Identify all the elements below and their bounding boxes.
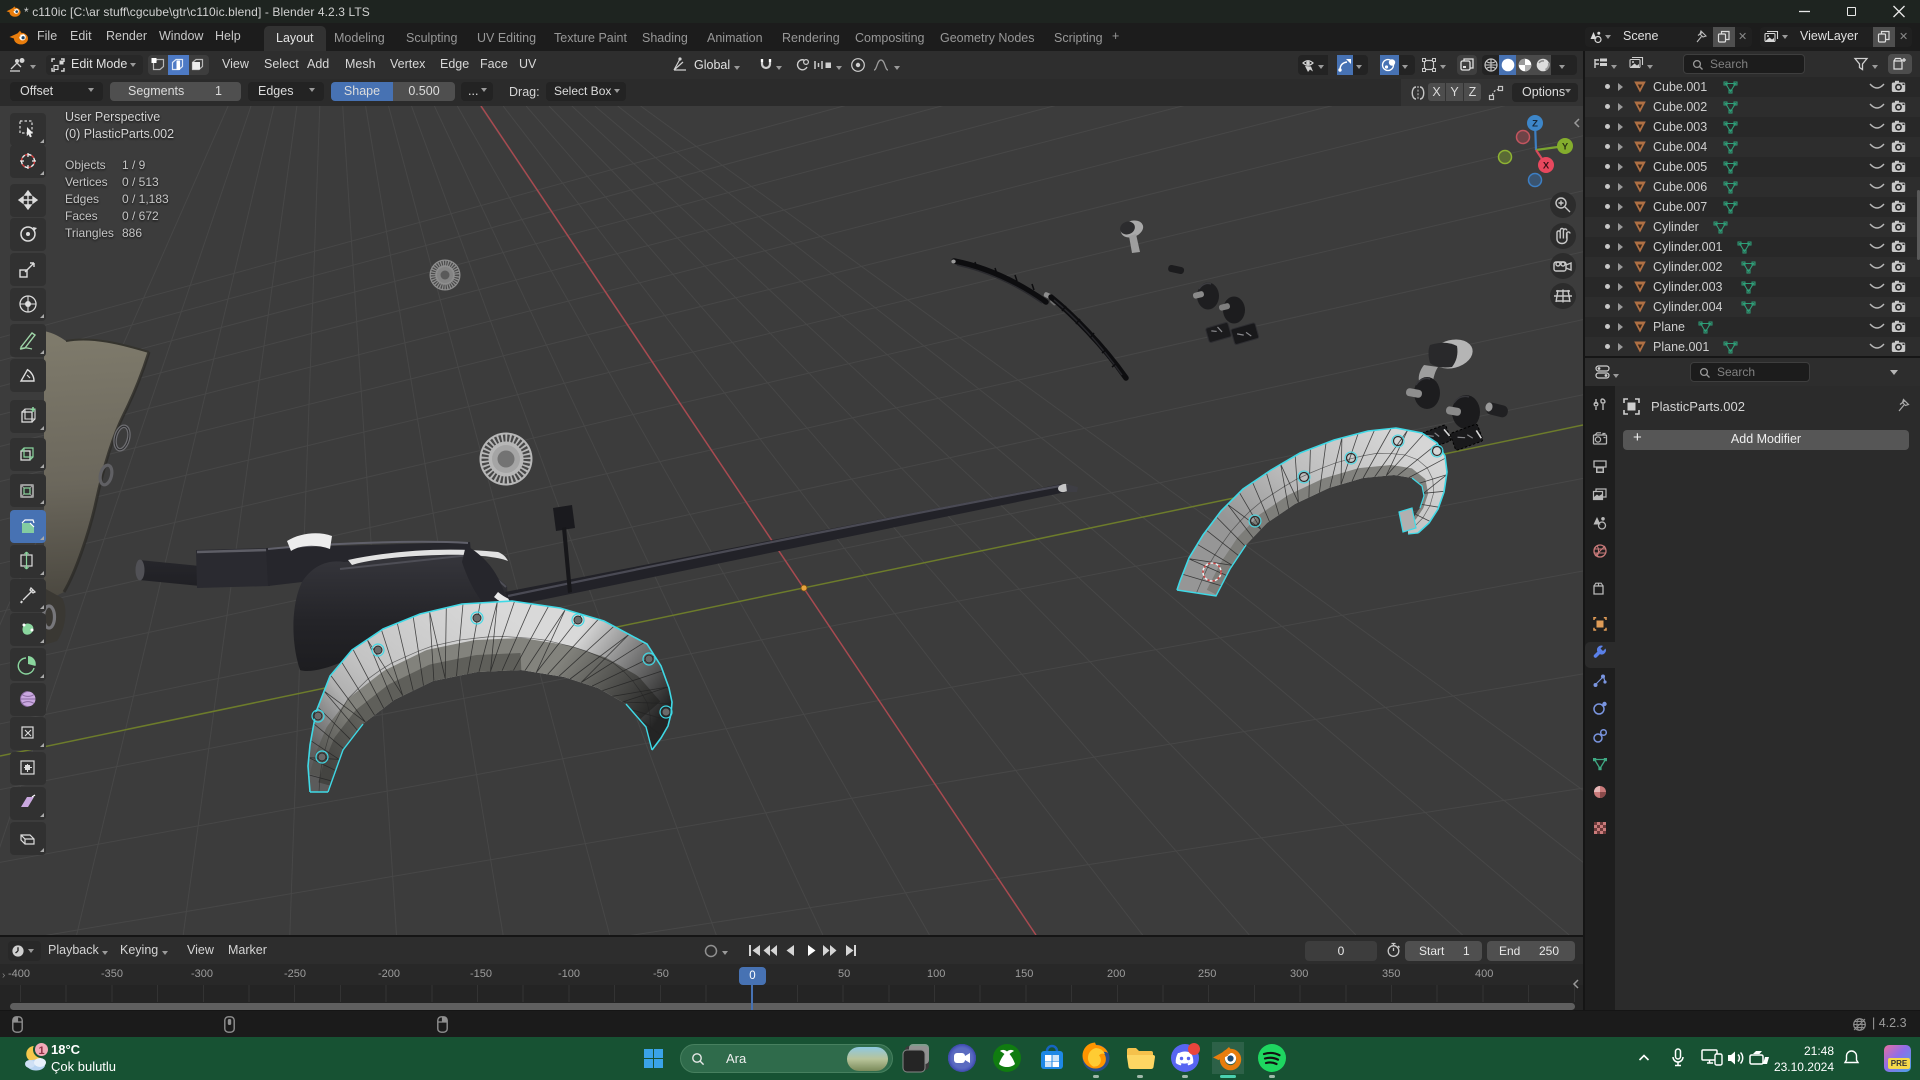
svg-text:X: X <box>1543 161 1550 172</box>
svg-text:Y: Y <box>1562 142 1569 153</box>
svg-text:Z: Z <box>1532 119 1538 130</box>
